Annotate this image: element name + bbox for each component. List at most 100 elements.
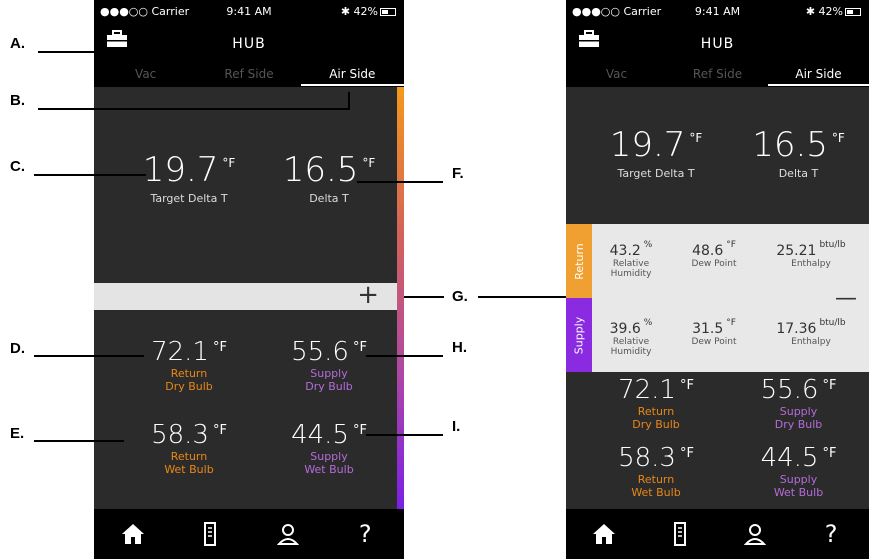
supply-dry-bulb: 55.6 °F Supply Dry Bulb [269,337,389,393]
supply-dew-point: 31.5 °F Dew Point [674,318,754,347]
delta-t: 16.5 °F Delta T [736,125,861,180]
user-icon [276,524,299,545]
callout-i-line [366,434,443,436]
tab-vac[interactable]: Vac [566,62,667,86]
supply-dew-value: 31.5 [692,321,724,337]
meter-icon [204,522,217,546]
return-wet-value: 58.3 [618,443,676,473]
return-enthalpy: 25.21 btu/lb Enthalpy [756,240,866,269]
return-wet-label-2: Wet Bulb [631,486,681,499]
callout-b-vline [348,92,350,110]
return-wet-label-2: Wet Bulb [164,463,214,476]
return-rh-label-2: Humidity [610,269,652,279]
phone-screen-expanded: ●●●○○ Carrier 9:41 AM ✱ 42% HUB Vac Ref … [566,0,869,559]
target-delta-t-unit: °F [222,156,236,170]
return-enthalpy-unit: btu/lb [819,240,846,250]
supply-rh-label-2: Humidity [610,347,652,357]
temperature-gradient-bar [397,87,404,510]
return-rh-unit: % [643,240,653,250]
supply-rh: 39.6% Relative Humidity [596,318,666,357]
return-wet-unit: °F [212,423,227,438]
return-wet-bulb: 58.3 °F Return Wet Bulb [124,420,254,476]
battery-icon [380,8,396,16]
callout-g: G. [452,288,468,305]
supply-dry-unit: °F [822,378,837,393]
return-dew-label: Dew Point [691,259,737,269]
return-rh: 43.2% Relative Humidity [596,240,666,279]
return-dew-unit: °F [726,240,736,250]
nav-meter[interactable] [642,509,718,559]
supply-wet-unit: °F [822,446,837,461]
callout-h-line [366,355,443,357]
callout-a: A. [10,35,25,52]
supply-wet-bulb: 44.5 °F Supply Wet Bulb [269,420,389,476]
supply-wet-value: 44.5 [291,420,349,450]
nav-home[interactable] [94,509,172,559]
minus-icon[interactable]: — [835,286,857,311]
nav-profile[interactable] [249,509,327,559]
psychrometric-panel: Return Supply 43.2% Relative Humidity 48… [566,224,869,372]
supply-dry-label-2: Dry Bulb [774,418,823,431]
app-header: ●●●○○ Carrier 9:41 AM ✱ 42% HUB Vac Ref … [94,0,404,87]
return-wet-bulb: 58.3 °F Return Wet Bulb [591,443,721,499]
home-icon [121,524,144,544]
expand-bar[interactable]: + [94,280,397,310]
return-rh-label-1: Relative [612,259,650,269]
target-delta-t-label: Target Delta T [150,192,228,205]
return-dry-label-2: Dry Bulb [632,418,680,431]
supply-dry-label-1: Supply [310,367,348,380]
return-wet-value: 58.3 [151,420,209,450]
app-header: ●●●○○ Carrier 9:41 AM ✱ 42% HUB Vac Ref … [566,0,869,87]
phone-screen-collapsed: ●●●○○ Carrier 9:41 AM ✱ 42% HUB Vac Ref … [94,0,404,559]
page-title: HUB [232,36,266,52]
return-enthalpy-label: Enthalpy [791,259,831,269]
nav-help[interactable]: ? [327,509,405,559]
battery-icon [845,8,861,16]
supply-dew-unit: °F [726,318,736,328]
callout-f-line [357,181,443,183]
callout-e-line [34,440,124,442]
tab-ref-side[interactable]: Ref Side [667,62,768,86]
callout-d: D. [10,340,25,357]
delta-t-value: 16.5 [752,125,828,165]
nav-home[interactable] [566,509,642,559]
supply-dry-label-2: Dry Bulb [305,380,353,393]
return-dry-bulb: 72.1 °F Return Dry Bulb [124,337,254,393]
tab-air-side[interactable]: Air Side [768,62,869,86]
delta-t-unit: °F [362,156,376,170]
callout-f: F. [452,165,464,182]
return-enthalpy-value: 25.21 [776,243,817,259]
tab-bar: Vac Ref Side Air Side [566,62,869,86]
supply-side-label: Supply [572,316,586,354]
delta-t-label: Delta T [309,192,349,205]
return-side-tab: Return [566,224,592,298]
nav-help[interactable]: ? [793,509,869,559]
supply-rh-unit: % [643,318,653,328]
tab-air-side[interactable]: Air Side [300,62,404,86]
callout-a-line [38,51,106,53]
supply-rh-value: 39.6 [609,321,641,337]
nav-profile[interactable] [718,509,794,559]
return-dry-unit: °F [679,378,694,393]
status-bar: ●●●○○ Carrier 9:41 AM ✱ 42% [94,0,404,22]
callout-g-line-right [478,296,566,298]
supply-dry-unit: °F [352,340,367,355]
return-wet-label-1: Return [637,473,675,486]
supply-wet-label-1: Supply [310,450,348,463]
callout-b-line [38,108,350,110]
return-dry-label-1: Return [170,367,208,380]
tab-ref-side[interactable]: Ref Side [197,62,300,86]
supply-enthalpy-unit: btu/lb [819,318,846,328]
return-dry-label-2: Dry Bulb [165,380,213,393]
target-delta-t: 19.7 °F Target Delta T [124,150,254,205]
supply-side-tab: Supply [566,298,592,372]
return-dry-unit: °F [212,340,227,355]
supply-dew-label: Dew Point [691,337,737,347]
supply-wet-label-2: Wet Bulb [304,463,354,476]
nav-meter[interactable] [172,509,250,559]
supply-wet-value: 44.5 [760,443,819,473]
plus-icon[interactable]: + [357,280,379,310]
tab-vac[interactable]: Vac [94,62,197,86]
battery-text: 42% [818,5,843,18]
target-delta-t-value: 19.7 [609,125,686,165]
